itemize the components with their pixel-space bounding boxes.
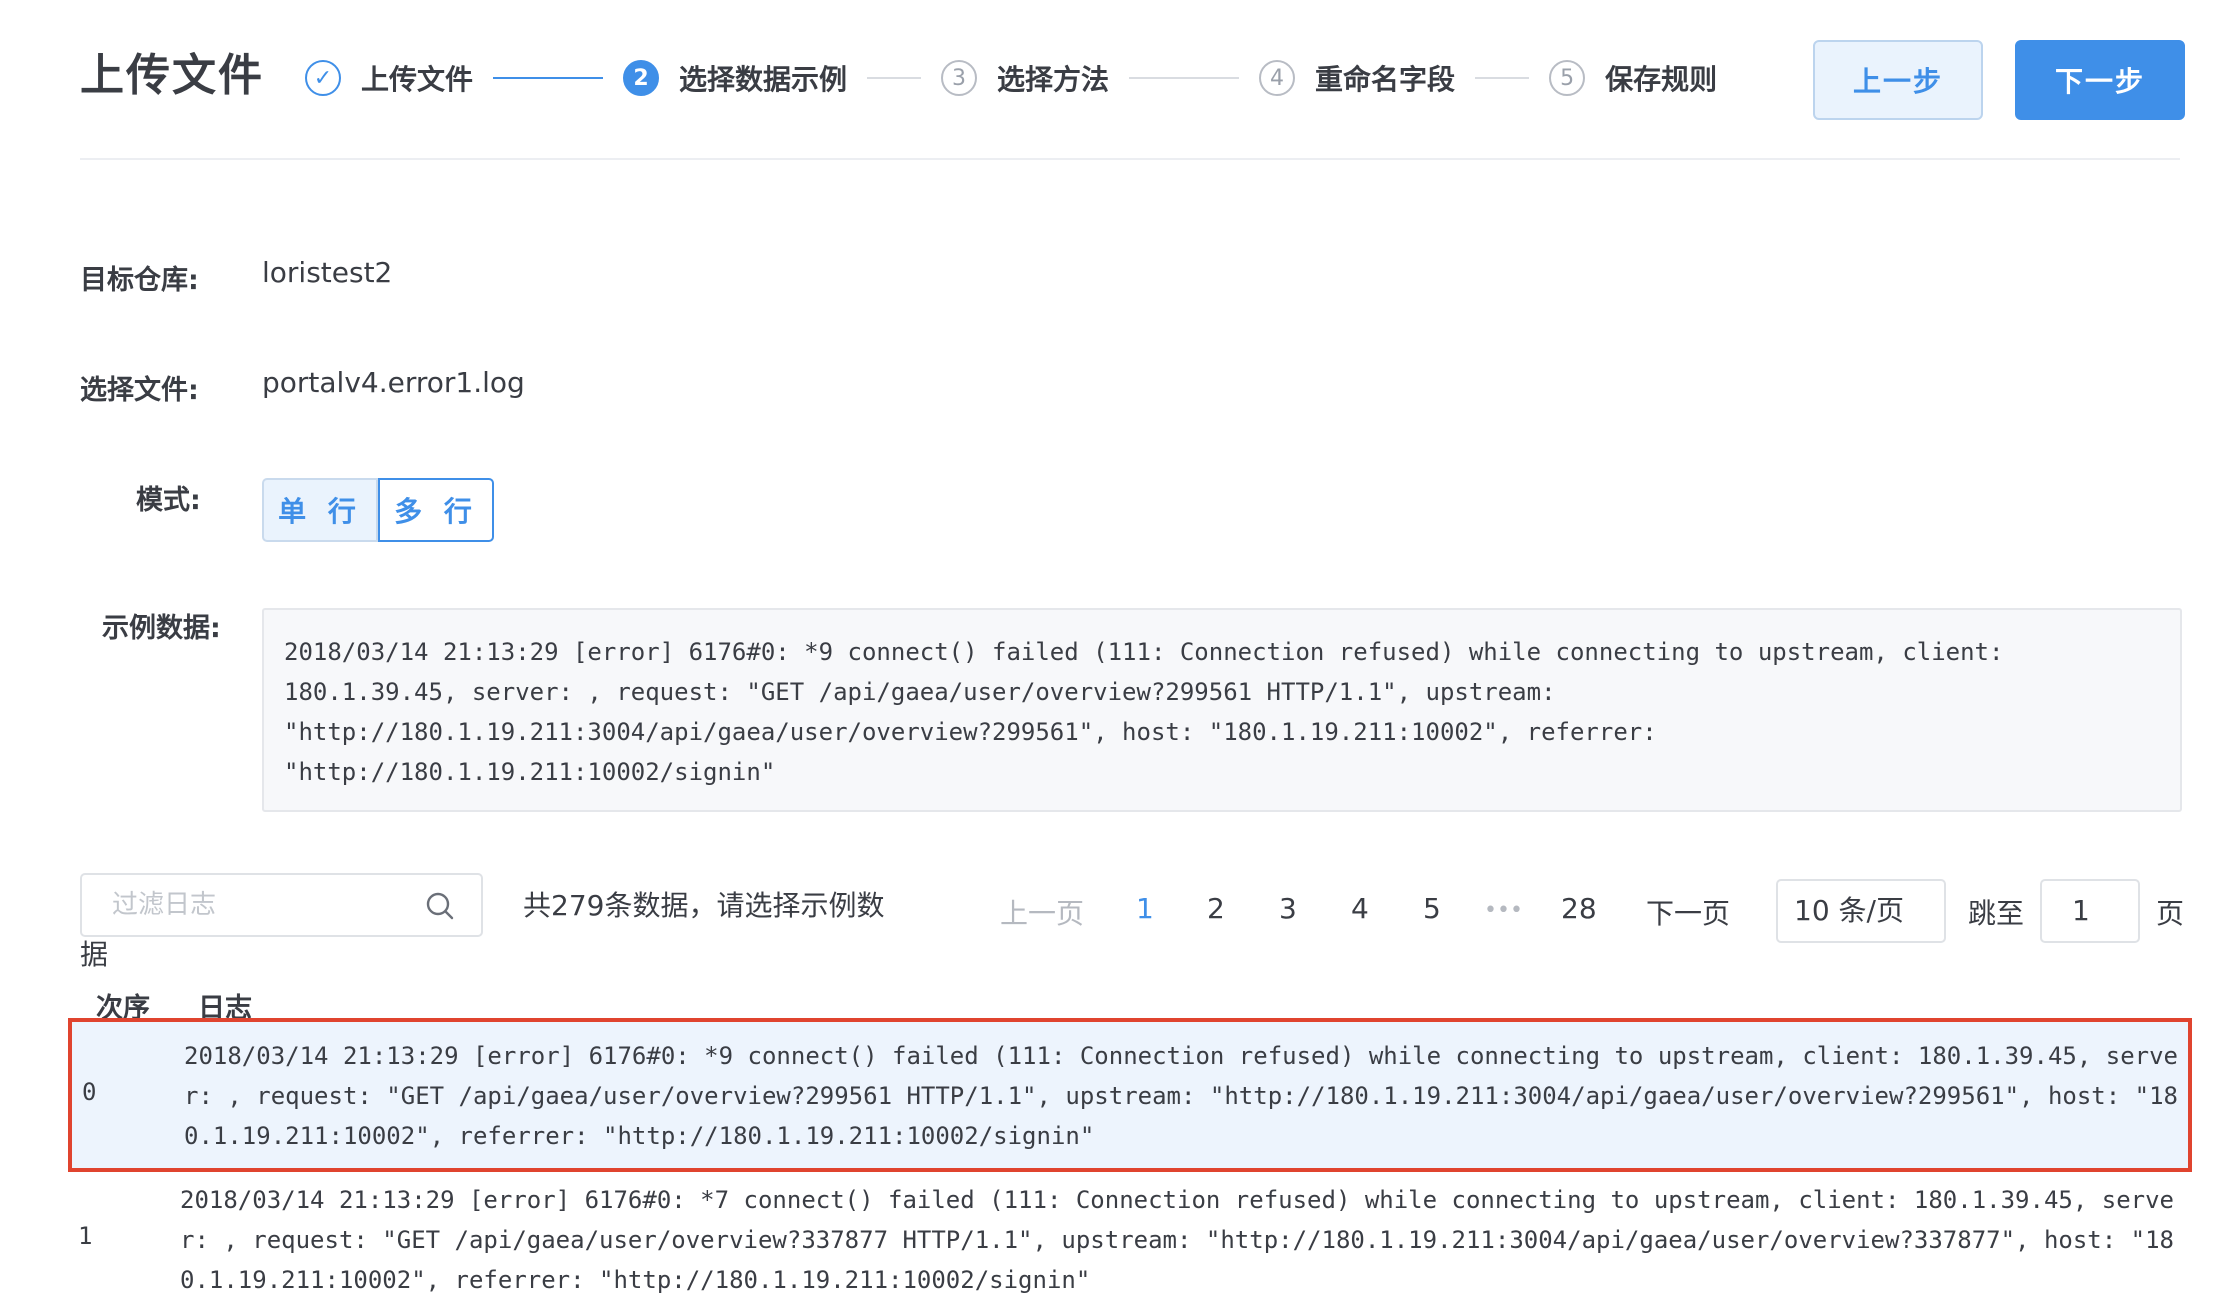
pagination-page-last[interactable]: 28 [1561,892,1597,925]
total-count-text-wrap: 据 [80,938,109,971]
pagination-page-3[interactable]: 3 [1279,892,1297,925]
step-label: 保存规则 [1605,63,1718,96]
jump-label: 跳至 [1968,897,2025,930]
total-count-text: 共279条数据，请选择示例数 [523,889,885,922]
pagination-page-4[interactable]: 4 [1351,892,1369,925]
step-number: 2 [623,60,660,96]
check-icon: ✓ [305,60,341,96]
pagination-ellipsis[interactable]: ••• [1484,898,1523,923]
mode-multi-button[interactable]: 多 行 [378,478,494,542]
upload-wizard-page: 上传文件 ✓ 上传文件 2 选择数据示例 3 选择方法 4 重命名字段 5 保存… [0,0,2228,1300]
step-number: 4 [1259,60,1296,96]
row-index: 0 [82,1078,97,1106]
wizard-header: 上传文件 ✓ 上传文件 2 选择数据示例 3 选择方法 4 重命名字段 5 保存… [80,40,2185,160]
step-connector [867,77,922,79]
pagination-page-1[interactable]: 1 [1136,892,1154,925]
file-label: 选择文件: [80,375,199,406]
pagination-page-5[interactable]: 5 [1423,892,1441,925]
filter-log-input[interactable] [80,873,483,937]
jump-unit: 页 [2156,897,2185,930]
repo-label: 目标仓库: [80,265,199,296]
pagination-next[interactable]: 下一页 [1646,892,1730,932]
step-indicator: ✓ 上传文件 2 选择数据示例 3 选择方法 4 重命名字段 5 保存规则 [305,50,1717,106]
file-value: portalv4.error1.log [262,366,525,399]
sample-label: 示例数据: [102,613,221,644]
row-log: 2018/03/14 21:13:29 [error] 6176#0: *9 c… [184,1042,2178,1150]
prev-step-button[interactable]: 上一步 [1813,40,1983,120]
step-label: 重命名字段 [1315,63,1456,96]
step-connector [1475,77,1530,79]
step-number: 5 [1549,60,1586,96]
mode-single-button[interactable]: 单 行 [262,478,378,542]
row-log: 2018/03/14 21:13:29 [error] 6176#0: *7 c… [180,1186,2174,1294]
pagination-prev[interactable]: 上一页 [1000,892,1084,932]
page-size-select[interactable]: 10 条/页 [1776,879,1946,943]
step-upload-file: ✓ 上传文件 [305,58,473,98]
mode-toggle: 单 行 多 行 [262,478,494,542]
table-row[interactable]: 1 2018/03/14 21:13:29 [error] 6176#0: *7… [68,1176,2192,1300]
search-icon[interactable] [424,890,456,922]
step-rename-fields: 4 重命名字段 [1259,58,1455,98]
step-number: 3 [941,60,978,96]
step-label: 选择方法 [997,63,1110,96]
step-connector [493,77,604,79]
table-row-selected[interactable]: 0 2018/03/14 21:13:29 [error] 6176#0: *9… [68,1018,2192,1172]
step-connector [1129,77,1240,79]
next-step-button[interactable]: 下一步 [2015,40,2185,120]
step-save-rule: 5 保存规则 [1549,58,1717,98]
step-select-sample: 2 选择数据示例 [623,58,847,98]
step-label: 选择数据示例 [679,63,848,96]
sample-data-box: 2018/03/14 21:13:29 [error] 6176#0: *9 c… [262,608,2182,812]
jump-page-input[interactable]: 1 [2040,879,2140,943]
page-title: 上传文件 [80,50,264,101]
row-index: 1 [78,1222,93,1250]
repo-value: loristest2 [262,256,393,289]
step-select-method: 3 选择方法 [941,58,1109,98]
step-label: 上传文件 [361,63,474,96]
pagination-page-2[interactable]: 2 [1207,892,1225,925]
mode-label: 模式: [136,485,201,516]
